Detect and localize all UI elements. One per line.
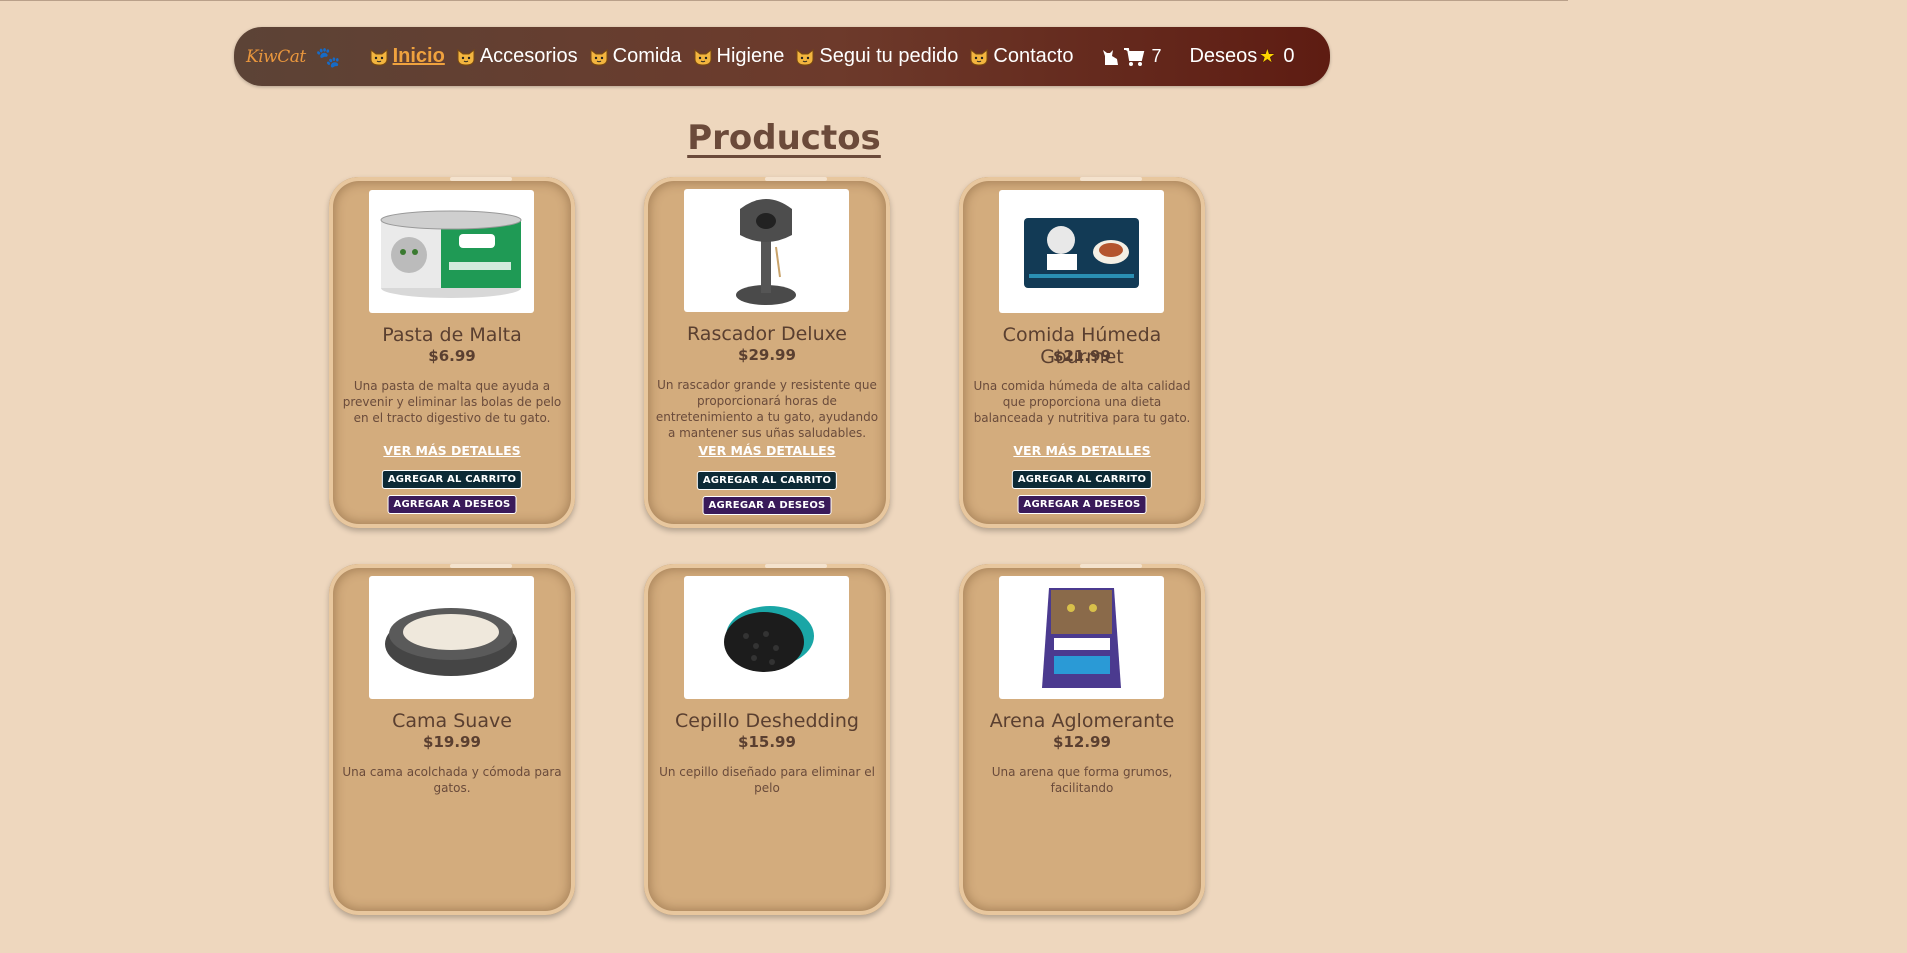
- top-border: [0, 0, 1568, 1]
- more-details-link[interactable]: VER MÁS DETALLES: [329, 443, 575, 458]
- cat-face-icon: [370, 48, 388, 66]
- cat-face-icon: [590, 48, 608, 66]
- product-price: $21.99: [1053, 347, 1111, 365]
- product-card: Rascador Deluxe $29.99 Un rascador grand…: [644, 177, 890, 528]
- product-description: Un cepillo diseñado para eliminar el pel…: [659, 765, 875, 795]
- product-card: Arena Aglomerante $12.99 Una arena que f…: [959, 564, 1205, 915]
- nav-item-segui-tu-pedido[interactable]: Segui tu pedido: [795, 45, 958, 68]
- product-image[interactable]: [369, 190, 534, 313]
- product-image[interactable]: [999, 576, 1164, 699]
- nav-item-comida[interactable]: Comida: [589, 45, 682, 68]
- card-accent: [450, 177, 512, 181]
- nav-label: Inicio: [392, 45, 445, 67]
- product-price: $6.99: [428, 347, 476, 365]
- cart-icon: [1124, 47, 1145, 66]
- add-to-cart-button[interactable]: AGREGAR AL CARRITO: [696, 471, 838, 490]
- nav-item-accesorios[interactable]: Accesorios: [456, 45, 578, 68]
- nav-label: Comida: [612, 45, 682, 67]
- nav-label: Accesorios: [479, 45, 578, 67]
- add-to-cart-button[interactable]: AGREGAR AL CARRITO: [381, 470, 523, 489]
- navbar: KiwCat 🐾 Inicio Accesorios Comida Higien…: [234, 27, 1330, 86]
- product-name: Arena Aglomerante: [989, 710, 1175, 732]
- cat-bed-icon: [385, 608, 517, 676]
- scratching-post-icon: [736, 199, 796, 305]
- more-details-link[interactable]: VER MÁS DETALLES: [644, 443, 890, 458]
- product-image[interactable]: [684, 189, 849, 312]
- more-details-link[interactable]: VER MÁS DETALLES: [959, 443, 1205, 458]
- litter-bag-icon: [1042, 588, 1121, 688]
- card-accent: [765, 177, 827, 181]
- nav-item-inicio[interactable]: Inicio: [369, 45, 445, 68]
- add-to-wishlist-button[interactable]: AGREGAR A DESEOS: [387, 495, 517, 514]
- deshedding-brush-icon: [724, 606, 814, 672]
- card-accent: [1080, 177, 1142, 181]
- add-to-wishlist-button[interactable]: AGREGAR A DESEOS: [1017, 495, 1147, 514]
- product-card: Pasta de Malta $6.99 Una pasta de malta …: [329, 177, 575, 528]
- nav-label: Segui tu pedido: [819, 45, 959, 67]
- product-image[interactable]: [369, 576, 534, 699]
- card-accent: [450, 564, 512, 568]
- product-name: Pasta de Malta: [382, 324, 522, 346]
- cat-food-can-icon: [380, 210, 522, 298]
- wishlist-label: Deseos: [1189, 45, 1258, 67]
- page-title: Productos: [687, 118, 881, 158]
- cat-face-icon: [694, 48, 712, 66]
- product-image[interactable]: [999, 190, 1164, 313]
- product-card: Cepillo Deshedding $15.99 Un cepillo dis…: [644, 564, 890, 915]
- product-description: Una cama acolchada y cómoda para gatos.: [342, 765, 562, 795]
- wishlist-count: 0: [1283, 45, 1295, 67]
- product-description: Una comida húmeda de alta calidad que pr…: [973, 379, 1191, 425]
- wet-food-pouch-icon: [1024, 218, 1139, 288]
- cart-button[interactable]: 7: [1101, 46, 1161, 67]
- nav-label: Higiene: [716, 45, 785, 67]
- product-description: Una pasta de malta que ayuda a prevenir …: [342, 379, 562, 425]
- nav-item-higiene[interactable]: Higiene: [693, 45, 785, 68]
- product-description: Un rascador grande y resistente que prop…: [655, 378, 879, 440]
- cat-face-icon: [457, 48, 475, 66]
- nav-item-contacto[interactable]: Contacto: [969, 45, 1073, 68]
- product-name: Rascador Deluxe: [687, 323, 847, 345]
- card-accent: [1080, 564, 1142, 568]
- cat-face-icon: [970, 48, 988, 66]
- product-price: $15.99: [738, 733, 796, 751]
- logo[interactable]: KiwCat 🐾: [246, 45, 341, 69]
- product-description: Una arena que forma grumos, facilitando: [991, 765, 1173, 795]
- star-icon: ★: [1259, 46, 1276, 66]
- cat-silhouette-icon: [1103, 49, 1119, 65]
- add-to-wishlist-button[interactable]: AGREGAR A DESEOS: [702, 496, 832, 515]
- product-price: $19.99: [423, 733, 481, 751]
- add-to-cart-button[interactable]: AGREGAR AL CARRITO: [1011, 470, 1153, 489]
- cat-face-icon: [796, 48, 814, 66]
- wishlist-button[interactable]: Deseos ★ 0: [1189, 45, 1294, 68]
- product-image[interactable]: [684, 576, 849, 699]
- product-name: Cepillo Deshedding: [675, 710, 859, 732]
- product-card: Cama Suave $19.99 Una cama acolchada y c…: [329, 564, 575, 915]
- card-accent: [765, 564, 827, 568]
- product-card: Comida Húmeda Gourmet $21.99 Una comida …: [959, 177, 1205, 528]
- product-price: $12.99: [1053, 733, 1111, 751]
- product-name: Cama Suave: [392, 710, 512, 732]
- paw-icon: 🐾: [315, 44, 341, 69]
- logo-text: KiwCat: [246, 46, 306, 67]
- product-price: $29.99: [738, 346, 796, 364]
- cart-count: 7: [1151, 46, 1162, 66]
- nav-label: Contacto: [993, 45, 1074, 67]
